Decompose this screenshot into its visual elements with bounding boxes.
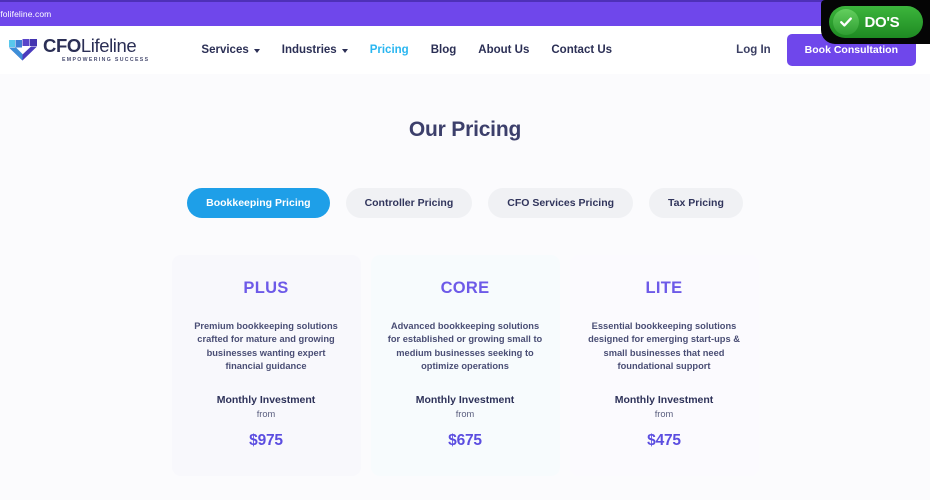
nav-item-pricing[interactable]: Pricing: [370, 44, 409, 56]
site-logo[interactable]: CFOLifeline EMPOWERING SUCCESS: [8, 34, 150, 64]
nav-item-services[interactable]: Services: [201, 44, 260, 56]
pricing-cards-row: PLUS Premium bookkeeping solutions craft…: [0, 255, 930, 476]
tab-bookkeeping-pricing[interactable]: Bookkeeping Pricing: [187, 188, 330, 218]
tab-cfo-services-pricing[interactable]: CFO Services Pricing: [488, 188, 634, 218]
nav-label: Industries: [281, 44, 337, 56]
login-link[interactable]: Log In: [736, 44, 771, 56]
logo-word-light: Lifeline: [80, 34, 137, 56]
url-text: cfolifeline.com: [0, 9, 52, 19]
nav-item-about-us[interactable]: About Us: [478, 44, 529, 56]
plan-investment-label: Monthly Investment: [415, 393, 515, 406]
tab-tax-pricing[interactable]: Tax Pricing: [649, 188, 743, 218]
chevron-down-icon: [253, 49, 260, 53]
dos-overlay-badge: DO'S: [821, 0, 930, 44]
nav-label: Services: [201, 44, 249, 56]
dos-pill: DO'S: [828, 6, 923, 38]
nav-item-contact-us[interactable]: Contact Us: [551, 44, 612, 56]
cfolifeline-logo-icon: [8, 37, 38, 63]
pricing-card-lite[interactable]: LITE Essential bookkeeping solutions des…: [569, 255, 759, 476]
plan-investment-label: Monthly Investment: [216, 393, 316, 406]
plan-price: $475: [647, 431, 681, 449]
logo-word-bold: CFO: [43, 34, 81, 56]
chevron-down-icon: [341, 49, 348, 53]
page-body: Our Pricing Bookkeeping Pricing Controll…: [0, 74, 930, 500]
pricing-tab-row: Bookkeeping Pricing Controller Pricing C…: [0, 188, 930, 218]
plan-from-label: from: [455, 408, 475, 419]
check-circle-icon: [832, 9, 859, 35]
plan-investment-label: Monthly Investment: [614, 393, 714, 406]
logo-text: CFOLifeline EMPOWERING SUCCESS: [43, 34, 150, 64]
plan-from-label: from: [256, 408, 276, 419]
plan-description: Premium bookkeeping solutions crafted fo…: [194, 321, 338, 372]
main-navigation: Services Industries Pricing Blog About U…: [201, 44, 612, 56]
plan-name: LITE: [645, 279, 683, 297]
pricing-card-core[interactable]: CORE Advanced bookkeeping solutions for …: [370, 255, 560, 476]
dos-label: DO'S: [864, 13, 900, 31]
page-title: Our Pricing: [408, 118, 522, 141]
plan-description: Advanced bookkeeping solutions for estab…: [387, 321, 543, 372]
site-header: CFOLifeline EMPOWERING SUCCESS Services …: [0, 26, 930, 74]
plan-from-label: from: [654, 408, 674, 419]
plan-price: $975: [249, 431, 283, 449]
browser-url-bar[interactable]: cfolifeline.com: [0, 2, 930, 26]
logo-tagline: EMPOWERING SUCCESS: [62, 57, 150, 64]
nav-item-industries[interactable]: Industries: [282, 44, 348, 56]
plan-name: PLUS: [243, 279, 289, 297]
plan-price: $675: [448, 431, 482, 449]
pricing-card-plus[interactable]: PLUS Premium bookkeeping solutions craft…: [171, 255, 361, 476]
nav-item-blog[interactable]: Blog: [431, 44, 457, 56]
plan-name: CORE: [440, 279, 490, 297]
plan-description: Essential bookkeeping solutions designed…: [588, 321, 740, 372]
tab-controller-pricing[interactable]: Controller Pricing: [345, 188, 473, 218]
